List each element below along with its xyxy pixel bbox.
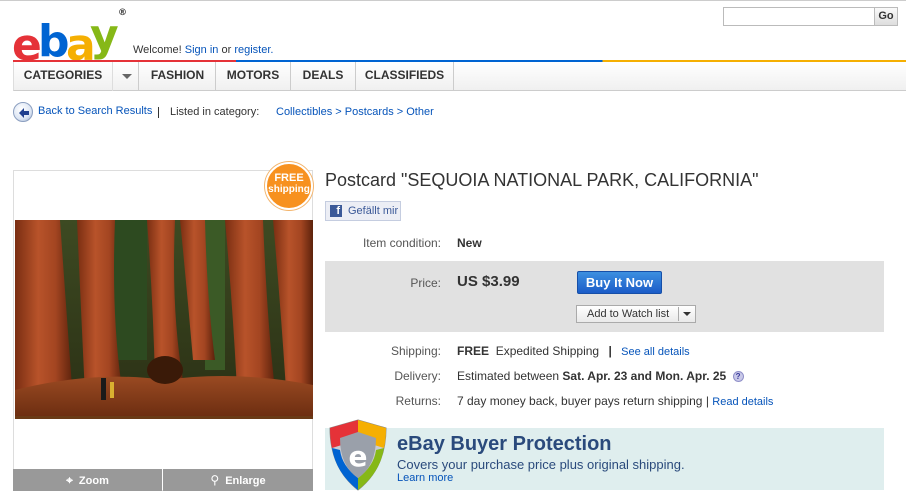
shipping-label: Shipping: bbox=[390, 344, 441, 358]
add-to-watch-list-button[interactable]: Add to Watch list bbox=[576, 305, 696, 323]
facebook-like-button[interactable]: f Gefällt mir bbox=[325, 201, 401, 221]
watch-button-divider bbox=[678, 307, 679, 321]
price-label: Price: bbox=[410, 276, 441, 290]
chevron-down-icon[interactable] bbox=[683, 312, 691, 316]
nav-motors[interactable]: MOTORS bbox=[216, 62, 291, 91]
category-nav-bar: CATEGORIES FASHION MOTORS DEALS CLASSIFI… bbox=[13, 62, 906, 91]
ebay-logo[interactable]: e b a y ® bbox=[12, 6, 127, 71]
condition-value: New bbox=[457, 236, 482, 250]
search-input[interactable] bbox=[723, 7, 875, 26]
nav-classifieds[interactable]: CLASSIFIEDS bbox=[356, 62, 454, 91]
or-text: or bbox=[221, 44, 232, 56]
delivery-label: Delivery: bbox=[394, 369, 441, 383]
nav-deals[interactable]: DEALS bbox=[291, 62, 356, 91]
logo-letter-y: y bbox=[90, 10, 119, 61]
enlarge-label: Enlarge bbox=[225, 475, 266, 487]
returns-text: 7 day money back, buyer pays return ship… bbox=[457, 394, 703, 408]
buyer-protection-shield-icon: e bbox=[329, 419, 387, 491]
crosshair-icon: ⌖ bbox=[66, 473, 73, 487]
categories-dropdown-button[interactable] bbox=[112, 62, 139, 91]
read-details-link[interactable]: Read details bbox=[712, 396, 773, 408]
learn-more-link[interactable]: Learn more bbox=[397, 472, 453, 484]
search-go-button[interactable]: Go bbox=[874, 7, 898, 26]
registered-mark: ® bbox=[118, 8, 127, 18]
price-value: US $3.99 bbox=[457, 273, 520, 290]
help-icon[interactable]: ? bbox=[732, 371, 744, 382]
top-border bbox=[0, 0, 906, 1]
breadcrumb-divider bbox=[158, 107, 159, 118]
buy-it-now-button[interactable]: Buy It Now bbox=[577, 271, 662, 294]
shipping-value: FREE Expedited Shipping | See all detail… bbox=[457, 344, 690, 358]
shield-letter: e bbox=[349, 440, 368, 473]
sequoia-photo-image bbox=[15, 220, 313, 416]
watch-list-label: Add to Watch list bbox=[587, 308, 670, 320]
chevron-down-icon bbox=[122, 74, 132, 79]
item-photo[interactable] bbox=[15, 220, 313, 419]
welcome-message: Welcome! Sign in or register. bbox=[133, 44, 273, 56]
welcome-text: Welcome! bbox=[133, 44, 182, 56]
returns-value: 7 day money back, buyer pays return ship… bbox=[457, 394, 773, 408]
returns-label: Returns: bbox=[395, 394, 441, 408]
zoom-button[interactable]: ⌖ Zoom bbox=[13, 469, 162, 491]
shipping-method: Expedited Shipping bbox=[495, 344, 600, 358]
badge-shipping-text: shipping bbox=[268, 184, 310, 195]
buyer-protection-subtitle: Covers your purchase price plus original… bbox=[397, 457, 685, 472]
buyer-protection-title: eBay Buyer Protection bbox=[397, 433, 612, 455]
badge-free-text: FREE bbox=[274, 172, 304, 184]
back-to-search-results-link[interactable]: Back to Search Results bbox=[38, 105, 152, 117]
listed-in-label: Listed in category: bbox=[170, 106, 260, 118]
back-arrow-icon[interactable] bbox=[13, 102, 33, 122]
item-title: Postcard "SEQUOIA NATIONAL PARK, CALIFOR… bbox=[325, 170, 759, 190]
facebook-like-label: Gefällt mir bbox=[348, 205, 399, 217]
see-all-details-link[interactable]: See all details bbox=[621, 346, 690, 358]
nav-categories[interactable]: CATEGORIES bbox=[14, 62, 112, 91]
enlarge-button[interactable]: ⚲ Enlarge bbox=[163, 469, 313, 491]
image-tools-bar: ⌖ Zoom ⚲ Enlarge bbox=[13, 469, 313, 491]
shipping-free: FREE bbox=[457, 344, 490, 358]
free-shipping-badge: FREE shipping bbox=[265, 162, 313, 210]
delivery-text: Estimated between bbox=[457, 369, 560, 383]
magnifier-icon: ⚲ bbox=[210, 473, 220, 487]
category-breadcrumb[interactable]: Collectibles > Postcards > Other bbox=[276, 106, 434, 118]
sign-in-link[interactable]: Sign in bbox=[185, 44, 219, 56]
item-image-panel bbox=[13, 170, 313, 491]
delivery-range: Sat. Apr. 23 and Mon. Apr. 25 bbox=[562, 369, 727, 383]
zoom-label: Zoom bbox=[78, 475, 109, 487]
facebook-icon: f bbox=[330, 205, 342, 217]
shipping-divider: | bbox=[608, 344, 612, 358]
nav-fashion[interactable]: FASHION bbox=[140, 62, 216, 91]
condition-label: Item condition: bbox=[362, 236, 441, 250]
delivery-value: Estimated between Sat. Apr. 23 and Mon. … bbox=[457, 369, 744, 383]
register-link[interactable]: register. bbox=[234, 44, 273, 56]
